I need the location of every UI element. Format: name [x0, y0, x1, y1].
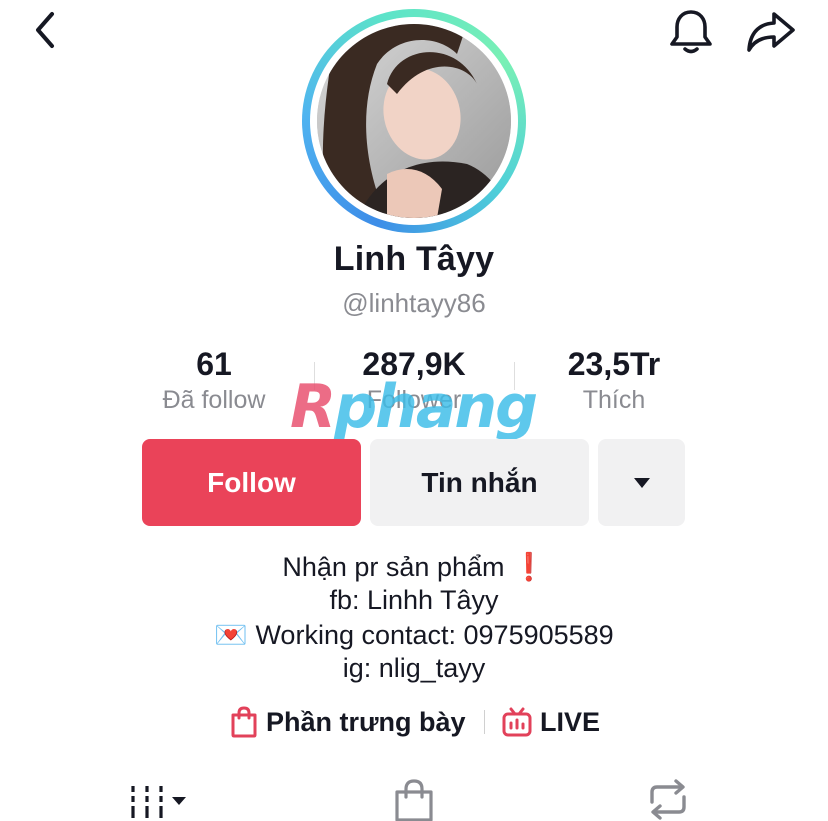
- showcase-label: Phần trưng bày: [266, 706, 466, 737]
- live-tv-icon: [502, 707, 532, 737]
- love-letter-icon: 💌: [214, 620, 248, 650]
- bell-icon[interactable]: [666, 6, 716, 56]
- live-link[interactable]: LIVE: [502, 702, 600, 742]
- caret-down-icon: [632, 476, 652, 490]
- tab-shop[interactable]: [392, 778, 436, 821]
- showcase-link[interactable]: Phần trưng bày: [230, 702, 466, 742]
- tab-repost[interactable]: [644, 778, 692, 821]
- grid-icon: [128, 780, 194, 820]
- display-name: Linh Tâyy: [333, 240, 495, 278]
- follow-button[interactable]: Follow: [142, 439, 361, 526]
- watermark: Rphang: [290, 372, 538, 442]
- back-icon[interactable]: [28, 10, 64, 50]
- live-label: LIVE: [540, 706, 601, 737]
- bio-line: fb: Linhh Tâyy: [329, 585, 499, 615]
- bio-line: Nhận pr sản phẩm ❗: [282, 552, 546, 582]
- username: @linhtayy86: [342, 288, 486, 318]
- stat-following[interactable]: 61 Đã follow: [114, 344, 314, 416]
- tab-videos[interactable]: [128, 780, 194, 820]
- share-arrow-icon[interactable]: [744, 6, 798, 56]
- shopping-bag-icon: [230, 706, 258, 738]
- repost-icon: [644, 778, 692, 821]
- following-label: Đã follow: [162, 386, 266, 414]
- links-divider: [484, 710, 485, 734]
- more-options-button[interactable]: [598, 439, 685, 526]
- avatar-ring: [302, 9, 526, 233]
- bio-line: 💌 Working contact: 0975905589: [214, 620, 614, 650]
- message-button[interactable]: Tin nhắn: [370, 439, 589, 526]
- avatar[interactable]: [317, 24, 511, 218]
- shopping-bag-icon: [392, 778, 436, 821]
- bio-line: ig: nlig_tayy: [342, 653, 486, 683]
- following-count: 61: [196, 346, 232, 382]
